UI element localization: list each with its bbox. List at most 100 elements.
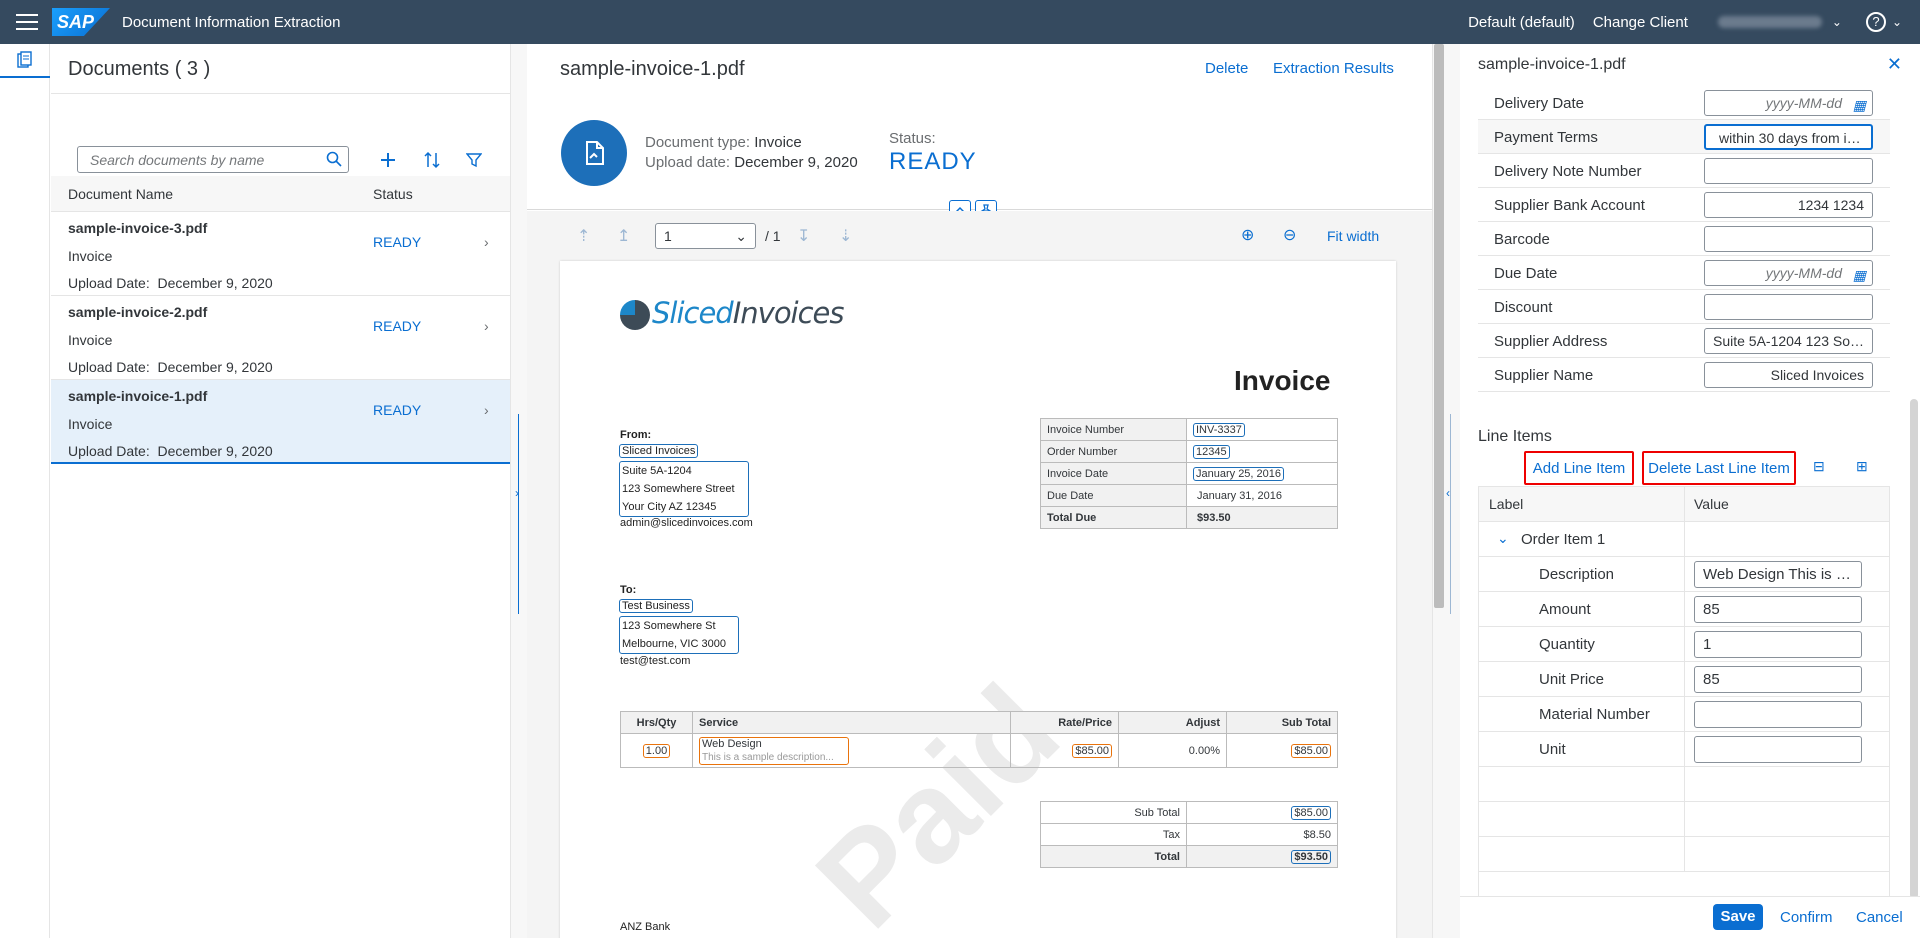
line-col: Service [692,711,1011,734]
bank-account-field[interactable]: 1234 1234 [1704,192,1873,218]
splitter-bar[interactable] [1450,414,1451,614]
subtotal-highlight[interactable]: $85.00 [1291,743,1331,758]
description-input[interactable]: Web Design This is a sample description.… [1694,561,1862,588]
due-date-field[interactable]: yyyy-MM-dd ▦ [1704,260,1873,286]
date-placeholder: yyyy-MM-dd [1765,265,1842,281]
chevron-down-icon[interactable]: ⌄ [1832,15,1842,29]
document-row-selected[interactable]: sample-invoice-1.pdf Invoice Upload Date… [51,380,510,464]
chevron-down-icon[interactable]: ⌄ [1892,15,1902,29]
barcode-field[interactable] [1704,226,1873,252]
unit-input[interactable] [1694,736,1862,763]
meta-label: Order Number [1040,440,1187,463]
left-splitter[interactable]: › [510,44,527,938]
expand-all-icon[interactable]: ⊞ [1856,458,1868,475]
rate-highlight[interactable]: $85.00 [1072,743,1112,758]
next-page-icon[interactable]: ↧ [797,226,810,246]
upload-date: Upload Date: December 9, 2020 [68,359,273,375]
panel-scrollbar[interactable] [1910,399,1918,899]
supplier-name-field[interactable]: Sliced Invoices [1704,362,1873,388]
material-number-input[interactable] [1694,701,1862,728]
filter-icon[interactable] [462,148,486,172]
collapse-all-icon[interactable]: ⊟ [1813,458,1825,475]
calendar-icon[interactable]: ▦ [1853,263,1866,285]
delete-button[interactable]: Delete [1205,60,1248,77]
field-label: Supplier Bank Account [1494,197,1645,214]
sort-icon[interactable] [420,148,444,172]
chevron-right-icon: › [484,234,489,250]
fit-width-button[interactable]: Fit width [1327,228,1379,244]
discount-field[interactable] [1704,294,1873,320]
qty-highlight[interactable]: 1.00 [642,743,671,758]
add-line-item-button[interactable]: Add Line Item [1524,451,1634,485]
upload-date-label: Upload date: [645,154,731,171]
save-button[interactable]: Save [1713,904,1763,930]
meta-value-highlight[interactable]: January 25, 2016 [1193,466,1285,481]
document-table-header: Document Name Status [51,176,510,212]
empty-row [1479,767,1889,802]
add-icon[interactable] [376,148,400,172]
document-row[interactable]: sample-invoice-3.pdf Invoice Upload Date… [51,212,510,296]
unit-price-input[interactable]: 85 [1694,666,1862,693]
user-name-blurred[interactable] [1717,16,1822,28]
tree-group-row[interactable]: ⌄ Order Item 1 [1479,522,1889,557]
meta-value-highlight[interactable]: 12345 [1193,444,1230,459]
sum-row: Total $93.50 [1040,845,1338,868]
document-name: sample-invoice-3.pdf [68,220,208,236]
status-value: READY [889,148,977,175]
splitter-bar[interactable] [518,414,519,614]
from-line-2: 123 Somewhere Street [622,483,735,495]
documents-icon[interactable] [0,44,50,78]
zoom-out-icon[interactable]: ⊖ [1283,225,1296,245]
chevron-down-icon[interactable]: ⌄ [1497,530,1509,547]
chevron-right-icon[interactable]: › [515,486,519,500]
status-text: READY [373,234,422,250]
col-value: Value [1694,496,1729,512]
calendar-icon[interactable]: ▦ [1853,93,1866,115]
meta-row: Order Number 12345 [1040,440,1338,463]
right-splitter[interactable]: ‹ [1432,44,1460,938]
delivery-note-field[interactable] [1704,158,1873,184]
panel-title: sample-invoice-1.pdf [1478,56,1626,73]
scroll-thumb[interactable] [1434,44,1444,608]
menu-icon[interactable] [16,14,38,30]
confirm-button[interactable]: Confirm [1780,909,1833,926]
col-status[interactable]: Status [373,186,413,202]
chevron-left-icon[interactable]: ‹ [1446,486,1450,500]
close-icon[interactable]: ✕ [1887,54,1902,75]
change-client-link[interactable]: Change Client [1593,14,1688,31]
extraction-results-button[interactable]: Extraction Results [1273,60,1394,77]
upload-date-label: Upload Date: [68,359,150,375]
sum-value-highlight[interactable]: $85.00 [1291,805,1331,820]
detail-header: sample-invoice-1.pdf Delete Extraction R… [527,44,1432,220]
search-icon[interactable] [326,151,342,170]
page-select[interactable]: 1 ⌄ [655,223,756,249]
sap-logo: SAP [52,8,110,36]
meta-row: Due Date January 31, 2016 [1040,484,1338,507]
zoom-in-icon[interactable]: ⊕ [1241,225,1254,245]
previous-page-icon[interactable]: ↥ [617,226,630,246]
service-highlight[interactable]: Web Design This is a sample description..… [699,736,849,765]
quantity-input[interactable]: 1 [1694,631,1862,658]
first-page-icon[interactable]: ⇡ [577,226,590,246]
from-address-highlight[interactable]: Suite 5A-1204 123 Somewhere Street Your … [619,461,749,517]
from-name-highlight[interactable]: Sliced Invoices [619,444,699,458]
last-page-icon[interactable]: ⇣ [839,226,852,246]
pdf-page: Paid SlicedInvoices Invoice From: Sliced… [560,261,1396,938]
payment-terms-field[interactable]: within 30 days from invoice date [1704,124,1873,150]
sum-value-highlight[interactable]: $93.50 [1291,849,1331,864]
cancel-button[interactable]: Cancel [1856,909,1903,926]
meta-value-highlight[interactable]: INV-3337 [1193,422,1245,437]
delete-last-line-item-button[interactable]: Delete Last Line Item [1642,451,1796,485]
side-navigation [0,44,50,938]
pdf-toolbar: ⇡ ↥ 1 ⌄ / 1 ↧ ⇣ ⊕ ⊖ Fit width [527,211,1432,259]
to-name-highlight[interactable]: Test Business [619,599,693,613]
document-row[interactable]: sample-invoice-2.pdf Invoice Upload Date… [51,296,510,380]
help-icon[interactable]: ? [1865,12,1886,32]
search-input[interactable]: Search documents by name [77,146,349,173]
document-list-title: Documents ( 3 ) [51,44,510,94]
amount-input[interactable]: 85 [1694,596,1862,623]
delivery-date-field[interactable]: yyyy-MM-dd ▦ [1704,90,1873,116]
col-document-name[interactable]: Document Name [68,186,173,202]
supplier-address-field[interactable]: Suite 5A-1204 123 Somewhere Street [1704,328,1873,354]
to-address-highlight[interactable]: 123 Somewhere St Melbourne, VIC 3000 [619,616,739,654]
